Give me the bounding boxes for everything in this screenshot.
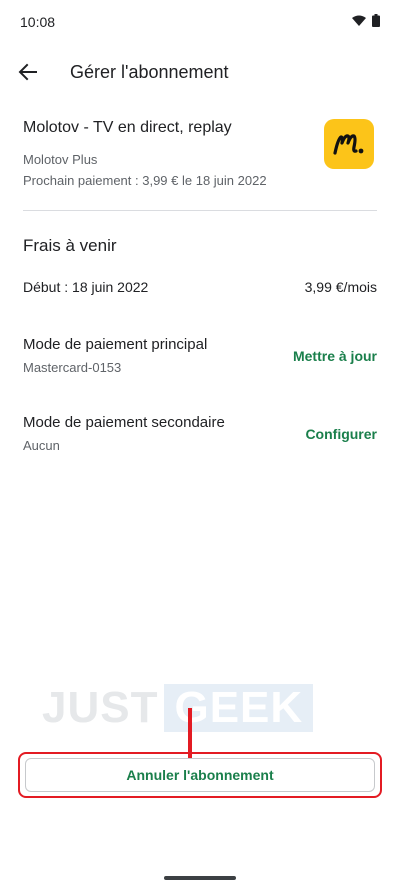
back-button[interactable]: [14, 60, 42, 88]
primary-payment-value: Mastercard-0153: [23, 360, 122, 375]
update-payment-button[interactable]: Mettre à jour: [293, 348, 377, 364]
battery-icon: [372, 14, 380, 32]
page-title: Gérer l'abonnement: [70, 62, 229, 82]
plan-name: Molotov Plus: [23, 152, 98, 167]
secondary-payment-value: Aucun: [23, 438, 60, 453]
app-bar: Gérer l'abonnement: [0, 52, 400, 96]
molotov-app-icon: [324, 119, 374, 169]
section-title-upcoming: Frais à venir: [23, 236, 117, 255]
subscription-info: Molotov - TV en direct, replay Molotov P…: [23, 118, 313, 189]
status-bar: 10:08: [0, 0, 400, 44]
divider: [23, 210, 377, 211]
cancel-subscription-button[interactable]: Annuler l'abonnement: [25, 758, 375, 792]
status-icons: [352, 14, 380, 32]
arrow-back-icon: [18, 62, 38, 87]
primary-payment-row: Mode de paiement principal Mastercard-01…: [23, 336, 377, 380]
app-name: Molotov - TV en direct, replay: [23, 119, 232, 136]
primary-payment-label: Mode de paiement principal: [23, 336, 208, 353]
watermark-just: JUST: [42, 683, 159, 732]
home-indicator[interactable]: [164, 876, 236, 880]
secondary-payment-row: Mode de paiement secondaire Aucun Config…: [23, 414, 377, 458]
next-payment: Prochain paiement : 3,99 € le 18 juin 20…: [23, 173, 267, 188]
start-date: Début : 18 juin 2022: [23, 279, 149, 295]
secondary-payment-label: Mode de paiement secondaire: [23, 414, 225, 431]
status-time: 10:08: [20, 14, 56, 30]
price: 3,99 €/mois: [304, 279, 377, 295]
wifi-icon: [352, 14, 366, 32]
configure-payment-button[interactable]: Configurer: [305, 426, 377, 442]
start-row: Début : 18 juin 2022 3,99 €/mois: [23, 279, 377, 299]
